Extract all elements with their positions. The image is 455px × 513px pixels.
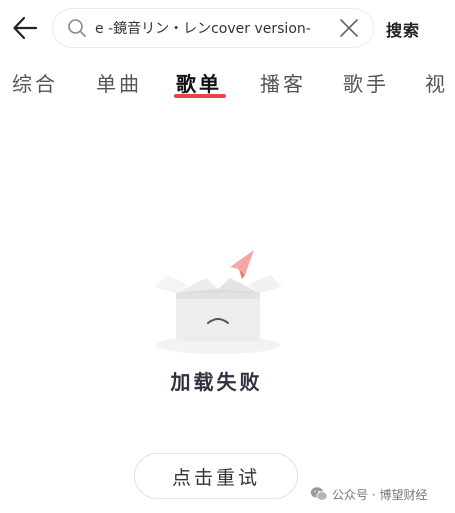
search-input[interactable] (95, 9, 331, 46)
wechat-icon (310, 487, 328, 501)
close-icon[interactable] (339, 18, 359, 38)
search-icon (68, 19, 86, 37)
tab-songs[interactable]: 单曲 (96, 68, 142, 97)
search-button[interactable]: 搜索 (386, 17, 420, 41)
tab-comprehensive[interactable]: 综合 (12, 68, 58, 97)
category-tabs: 综合 单曲 歌单 播客 歌手 视 (0, 64, 455, 104)
tab-videos[interactable]: 视 (425, 68, 448, 97)
arrow-left-icon (13, 16, 38, 40)
active-tab-indicator (174, 94, 226, 98)
watermark: 公众号 · 博望财经 (310, 484, 427, 504)
tab-podcasts[interactable]: 播客 (260, 68, 306, 97)
load-failed-message: 加载失败 (170, 370, 263, 394)
tab-playlists[interactable]: 歌单 (176, 68, 222, 97)
retry-button[interactable]: 点击重试 (134, 453, 298, 499)
empty-box-icon (154, 250, 282, 354)
watermark-text: 公众号 · 博望财经 (332, 487, 428, 502)
search-box[interactable] (52, 8, 374, 48)
tab-artists[interactable]: 歌手 (343, 68, 389, 97)
search-results-page: 搜索 综合 单曲 歌单 播客 歌手 视 加载失败 点击重试 (0, 0, 455, 513)
back-button[interactable] (8, 11, 42, 45)
